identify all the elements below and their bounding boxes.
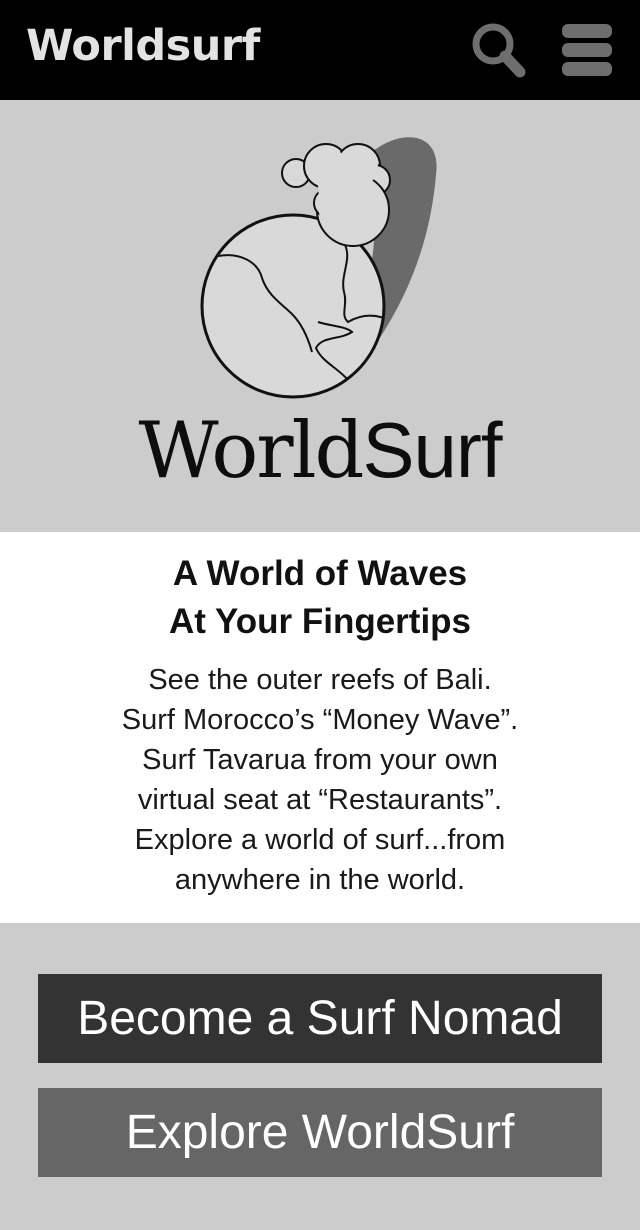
body-line: Explore a world of surf...from [134, 824, 506, 856]
intro-section: A World of Waves At Your Fingertips See … [0, 532, 640, 923]
headline-line-2: At Your Fingertips [168, 602, 472, 641]
body-line: virtual seat at “Restaurants”. [137, 784, 503, 816]
explore-worldsurf-button[interactable]: Explore WorldSurf [38, 1088, 602, 1177]
intro-body: See the outer reefs of Bali. Surf Morocc… [0, 660, 640, 900]
body-line: anywhere in the world. [174, 864, 466, 896]
body-line: Surf Morocco’s “Money Wave”. [121, 704, 519, 736]
hamburger-menu-icon [562, 24, 612, 76]
app-title: Worldsurf [26, 21, 260, 71]
headline-line-1: A World of Waves [172, 554, 468, 593]
hero-banner: WorldSurf [0, 100, 640, 532]
brand-wordmark: WorldSurf [0, 402, 640, 499]
become-surf-nomad-button[interactable]: Become a Surf Nomad [38, 974, 602, 1063]
brand-wordmark-part2: Surf [362, 406, 502, 494]
body-line: Surf Tavarua from your own [142, 744, 498, 776]
brand-wordmark-part1: World [138, 406, 364, 496]
globe-surfer-logo [200, 137, 437, 399]
intro-headline: A World of Waves At Your Fingertips [0, 532, 640, 646]
menu-button[interactable] [552, 18, 616, 82]
search-icon [472, 23, 526, 78]
body-line: See the outer reefs of Bali. [148, 664, 492, 696]
top-app-bar: Worldsurf [0, 0, 640, 100]
search-button[interactable] [466, 18, 530, 82]
